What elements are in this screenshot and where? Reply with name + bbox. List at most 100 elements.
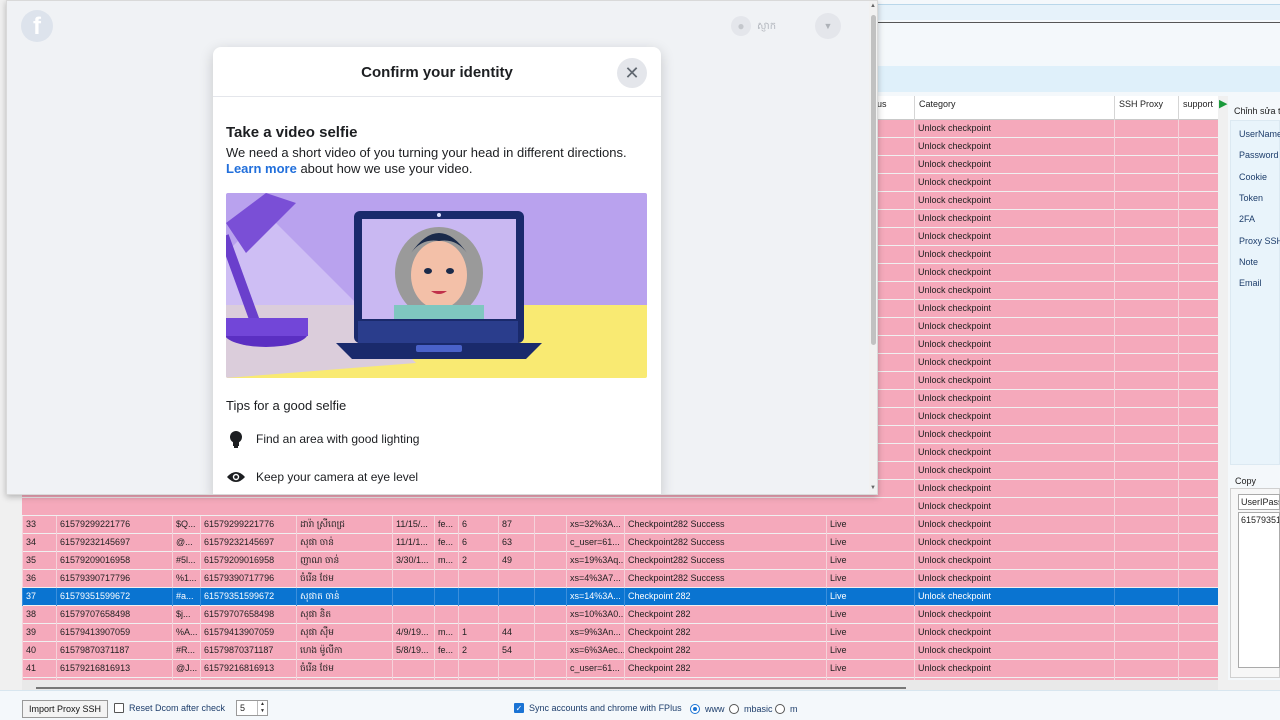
account-menu-button[interactable]: ▼: [815, 13, 841, 39]
column-header-status[interactable]: us: [872, 96, 914, 120]
cell-sup: [1178, 444, 1218, 462]
cell-pass: #a...: [172, 588, 200, 606]
cell-ssh: [1114, 318, 1178, 336]
cell-a: [458, 660, 498, 678]
cell-state: Live: [826, 642, 914, 660]
cell-g: [434, 588, 458, 606]
sync-accounts-checkbox[interactable]: ✓: [514, 703, 524, 713]
learn-more-link[interactable]: Learn more: [226, 161, 297, 176]
cell-cat: Unlock checkpoint: [914, 426, 1114, 444]
selfie-desc-text-after: about how we use your video.: [300, 161, 473, 176]
cell-sup: [1178, 606, 1218, 624]
table-row[interactable]: 37 61579351599672 #a... 61579351599672 សុផាត…: [22, 588, 1218, 606]
scroll-down-icon[interactable]: ▼: [870, 485, 876, 491]
cell-b: 44: [498, 624, 534, 642]
app-tabstrip: [868, 4, 1280, 20]
stepper-arrows-icon[interactable]: ▲ ▼: [257, 701, 267, 715]
cell-cat: Unlock checkpoint: [914, 246, 1114, 264]
column-header-ssh_proxy[interactable]: SSH Proxy: [1114, 96, 1178, 120]
cell-ssh: [1114, 498, 1178, 516]
mode-radio-www[interactable]: [690, 704, 700, 714]
table-row[interactable]: 33 61579299221776 $Q... 61579299221776 ដារ៉ា…: [22, 516, 1218, 534]
copy-textarea[interactable]: 615793516: [1238, 512, 1280, 668]
table-row[interactable]: 34 61579232145697 @... 61579232145697 សុផា ច…: [22, 534, 1218, 552]
table-row[interactable]: 36 61579390717796 %1... 61579390717796 ចំរើន…: [22, 570, 1218, 588]
reset-count-stepper[interactable]: 5 ▲ ▼: [236, 700, 268, 716]
copy-format-select[interactable]: UserIPass: [1238, 494, 1280, 510]
cell-g: m...: [434, 624, 458, 642]
cell-uid: 61579216816913: [56, 660, 172, 678]
cell-sup: [1178, 660, 1218, 678]
column-header-support[interactable]: support: [1178, 96, 1218, 120]
cell-b: [498, 588, 534, 606]
cell-blank: [534, 624, 566, 642]
cell-cat: Unlock checkpoint: [914, 372, 1114, 390]
table-row[interactable]: 38 61579707658498 $j... 61579707658498 សុផា …: [22, 606, 1218, 624]
cell-ssh: [1114, 624, 1178, 642]
reset-dcom-checkbox[interactable]: [114, 703, 124, 713]
cell-ssh: [1114, 606, 1178, 624]
reset-dcom-label: Reset Dcom after check: [129, 703, 226, 713]
cell-sup: [1178, 480, 1218, 498]
cell-user: 61579390717796: [200, 570, 296, 588]
cell-uid: 61579390717796: [56, 570, 172, 588]
cell-sup: [1178, 588, 1218, 606]
browser-vertical-scrollbar[interactable]: ▲ ▼: [869, 1, 877, 494]
cell-cat: Unlock checkpoint: [914, 282, 1114, 300]
scroll-up-icon[interactable]: ▲: [870, 3, 876, 9]
cell-blank: [534, 606, 566, 624]
cell-g: fe...: [434, 534, 458, 552]
cell-a: 2: [458, 642, 498, 660]
grid-horizontal-scrollbar[interactable]: [22, 680, 1218, 690]
table-row[interactable]: 40 61579870371187 #R... 61579870371187 ហេង ម…: [22, 642, 1218, 660]
scrollbar-thumb[interactable]: [871, 15, 876, 345]
column-header-category[interactable]: Category: [914, 96, 1114, 120]
cell-cat: Unlock checkpoint: [914, 462, 1114, 480]
table-row[interactable]: 39 61579413907059 %A... 61579413907059 សុផា …: [22, 624, 1218, 642]
cell-sup: [1178, 318, 1218, 336]
table-row[interactable]: Unlock checkpoint: [22, 498, 1218, 516]
cell-ssh: [1114, 552, 1178, 570]
cell-uid: 61579351599672: [56, 588, 172, 606]
mode-radio-m[interactable]: [775, 704, 785, 714]
avatar-icon: ●: [731, 16, 751, 36]
cell-ssh: [1114, 426, 1178, 444]
cell-cat: Unlock checkpoint: [914, 300, 1114, 318]
cell-sup: [1178, 354, 1218, 372]
table-row[interactable]: 41 61579216816913 @J... 61579216816913 ចំរើន…: [22, 660, 1218, 678]
mode-radio-mbasic[interactable]: [729, 704, 739, 714]
cell-b: 49: [498, 552, 534, 570]
cell-cookie: xs=14%3A...: [566, 588, 624, 606]
app-toolbar-area: [868, 0, 1280, 96]
cell-b: 54: [498, 642, 534, 660]
import-proxy-ssh-button[interactable]: Import Proxy SSH: [22, 700, 108, 718]
cell-user: 61579232145697: [200, 534, 296, 552]
cell-result: Checkpoint282 Success: [624, 516, 826, 534]
cell-name: ដារ៉ា ស្រីពេជ្រ: [296, 516, 392, 534]
close-icon[interactable]: ✕: [617, 58, 647, 88]
cell-date: 4/9/19...: [392, 624, 434, 642]
cell-cat: Unlock checkpoint: [914, 156, 1114, 174]
table-row[interactable]: 35 61579209016958 #5l... 61579209016958 ញាណ …: [22, 552, 1218, 570]
browser-window: f ● ស្ញាក ▼ ▲ ▼ Confirm your identity ✕ …: [6, 0, 878, 495]
cell-uid: 61579870371187: [56, 642, 172, 660]
cell-user: 61579209016958: [200, 552, 296, 570]
profile-chip[interactable]: ● ស្ញាក: [731, 13, 811, 39]
cell-sup: [1178, 156, 1218, 174]
cell-sup: [1178, 336, 1218, 354]
cell-g: fe...: [434, 642, 458, 660]
cell-g: [434, 570, 458, 588]
cell-sup: [1178, 264, 1218, 282]
expand-panel-icon[interactable]: ▶: [1219, 97, 1227, 110]
cell-state: Live: [826, 516, 914, 534]
cell-state: Live: [826, 606, 914, 624]
edit-panel-title: Chỉnh sửa th: [1234, 106, 1280, 116]
cell-user: 61579216816913: [200, 660, 296, 678]
cell-result: Checkpoint282 Success: [624, 552, 826, 570]
field-label-email: Email: [1239, 278, 1262, 289]
cell-a: 6: [458, 534, 498, 552]
scrollbar-thumb[interactable]: [36, 687, 906, 689]
screen: us Category SSH Proxy support Unlock checkp…: [0, 0, 1280, 720]
facebook-logo-icon[interactable]: f: [21, 10, 53, 42]
cell-date: 3/30/1...: [392, 552, 434, 570]
